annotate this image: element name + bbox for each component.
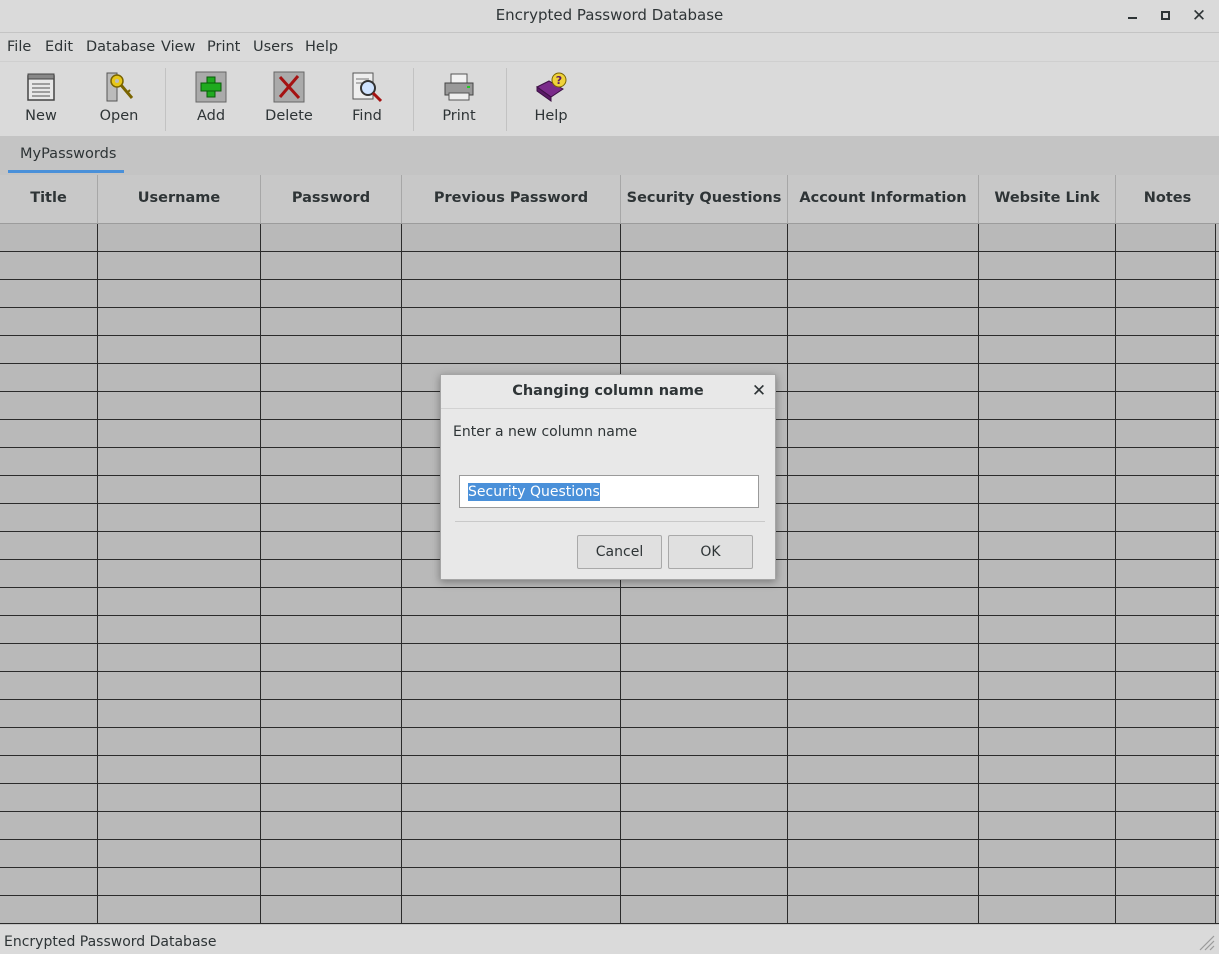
- row-divider: [0, 755, 1219, 756]
- help-button[interactable]: ? Help: [516, 62, 586, 137]
- keys-icon: [106, 72, 134, 102]
- row-divider: [0, 811, 1219, 812]
- row-divider: [0, 783, 1219, 784]
- new-label: New: [25, 108, 57, 124]
- new-button[interactable]: New: [6, 62, 76, 137]
- menu-database[interactable]: Database: [86, 39, 155, 55]
- find-label: Find: [352, 108, 382, 124]
- minimize-icon: [1128, 17, 1137, 19]
- toolbar-separator: [413, 68, 414, 131]
- toolbar-separator: [165, 68, 166, 131]
- maximize-button[interactable]: [1157, 7, 1175, 25]
- column-header-security-questions[interactable]: Security Questions: [621, 175, 788, 223]
- column-header-notes[interactable]: Notes: [1116, 175, 1219, 223]
- dialog-title: Changing column name: [512, 383, 704, 399]
- row-divider: [0, 251, 1219, 252]
- delete-label: Delete: [265, 108, 313, 124]
- toolbar: New Open Add Delete Find Print ? Help: [0, 62, 1219, 137]
- menu-file[interactable]: File: [7, 39, 31, 55]
- printer-icon: [444, 73, 474, 101]
- table-header: Title Username Password Previous Passwor…: [0, 175, 1219, 224]
- column-name-value: Security Questions: [468, 483, 600, 501]
- row-divider: [0, 307, 1219, 308]
- minimize-button[interactable]: [1124, 7, 1142, 25]
- dialog-close-button[interactable]: ✕: [750, 381, 768, 401]
- dialog-prompt: Enter a new column name: [453, 424, 638, 440]
- row-divider: [0, 587, 1219, 588]
- dialog-separator: [455, 521, 765, 522]
- delete-x-icon: [273, 71, 305, 103]
- column-divider: [978, 224, 979, 924]
- menu-help[interactable]: Help: [305, 39, 338, 55]
- column-divider: [787, 224, 788, 924]
- row-divider: [0, 671, 1219, 672]
- tab-mypasswords[interactable]: MyPasswords: [8, 137, 124, 173]
- main-window: Encrypted Password Database ✕ File Edit …: [0, 0, 1219, 954]
- row-divider: [0, 727, 1219, 728]
- tab-label: MyPasswords: [20, 146, 117, 162]
- help-book-icon: ?: [536, 72, 567, 102]
- print-label: Print: [442, 108, 476, 124]
- column-header-title[interactable]: Title: [0, 175, 98, 223]
- row-divider: [0, 895, 1219, 896]
- column-header-password[interactable]: Password: [261, 175, 402, 223]
- find-button[interactable]: Find: [332, 62, 402, 137]
- column-divider: [401, 224, 402, 924]
- help-label: Help: [534, 108, 568, 124]
- column-header-previous-password[interactable]: Previous Password: [402, 175, 621, 223]
- column-header-username[interactable]: Username: [98, 175, 261, 223]
- close-button[interactable]: ✕: [1190, 7, 1208, 25]
- delete-button[interactable]: Delete: [254, 62, 324, 137]
- tab-bar: MyPasswords: [0, 137, 1219, 175]
- column-divider: [1115, 224, 1116, 924]
- column-divider: [260, 224, 261, 924]
- column-divider: [1215, 224, 1216, 924]
- menu-users[interactable]: Users: [253, 39, 294, 55]
- status-text: Encrypted Password Database: [4, 934, 217, 950]
- row-divider: [0, 363, 1219, 364]
- menu-print[interactable]: Print: [207, 39, 240, 55]
- add-button[interactable]: Add: [176, 62, 246, 137]
- resize-grip-icon[interactable]: [1197, 933, 1215, 951]
- toolbar-separator: [506, 68, 507, 131]
- window-title: Encrypted Password Database: [495, 6, 724, 24]
- close-icon: ✕: [751, 381, 767, 401]
- dialog-title-bar: Changing column name ✕: [441, 375, 775, 409]
- row-divider: [0, 839, 1219, 840]
- menu-bar: File Edit Database View Print Users Help: [0, 33, 1219, 62]
- column-name-input[interactable]: Security Questions: [459, 475, 759, 508]
- row-divider: [0, 699, 1219, 700]
- title-bar: Encrypted Password Database ✕: [0, 0, 1219, 33]
- cancel-button[interactable]: Cancel: [577, 535, 662, 569]
- row-divider: [0, 643, 1219, 644]
- close-icon: ✕: [1191, 6, 1207, 26]
- column-header-account-information[interactable]: Account Information: [788, 175, 979, 223]
- row-divider: [0, 279, 1219, 280]
- maximize-icon: [1161, 11, 1170, 20]
- row-divider: [0, 867, 1219, 868]
- ok-button[interactable]: OK: [668, 535, 753, 569]
- plus-icon: [195, 71, 227, 103]
- column-header-website-link[interactable]: Website Link: [979, 175, 1116, 223]
- open-label: Open: [99, 108, 139, 124]
- notepad-icon: [27, 73, 55, 101]
- column-divider: [97, 224, 98, 924]
- magnifier-icon: [352, 72, 383, 103]
- row-divider: [0, 615, 1219, 616]
- add-label: Add: [196, 108, 226, 124]
- svg-text:?: ?: [556, 74, 562, 87]
- menu-edit[interactable]: Edit: [45, 39, 73, 55]
- status-bar: Encrypted Password Database: [0, 924, 1219, 954]
- print-button[interactable]: Print: [424, 62, 494, 137]
- row-divider: [0, 335, 1219, 336]
- menu-view[interactable]: View: [161, 39, 195, 55]
- open-button[interactable]: Open: [84, 62, 154, 137]
- rename-column-dialog: Changing column name ✕ Enter a new colum…: [440, 374, 776, 580]
